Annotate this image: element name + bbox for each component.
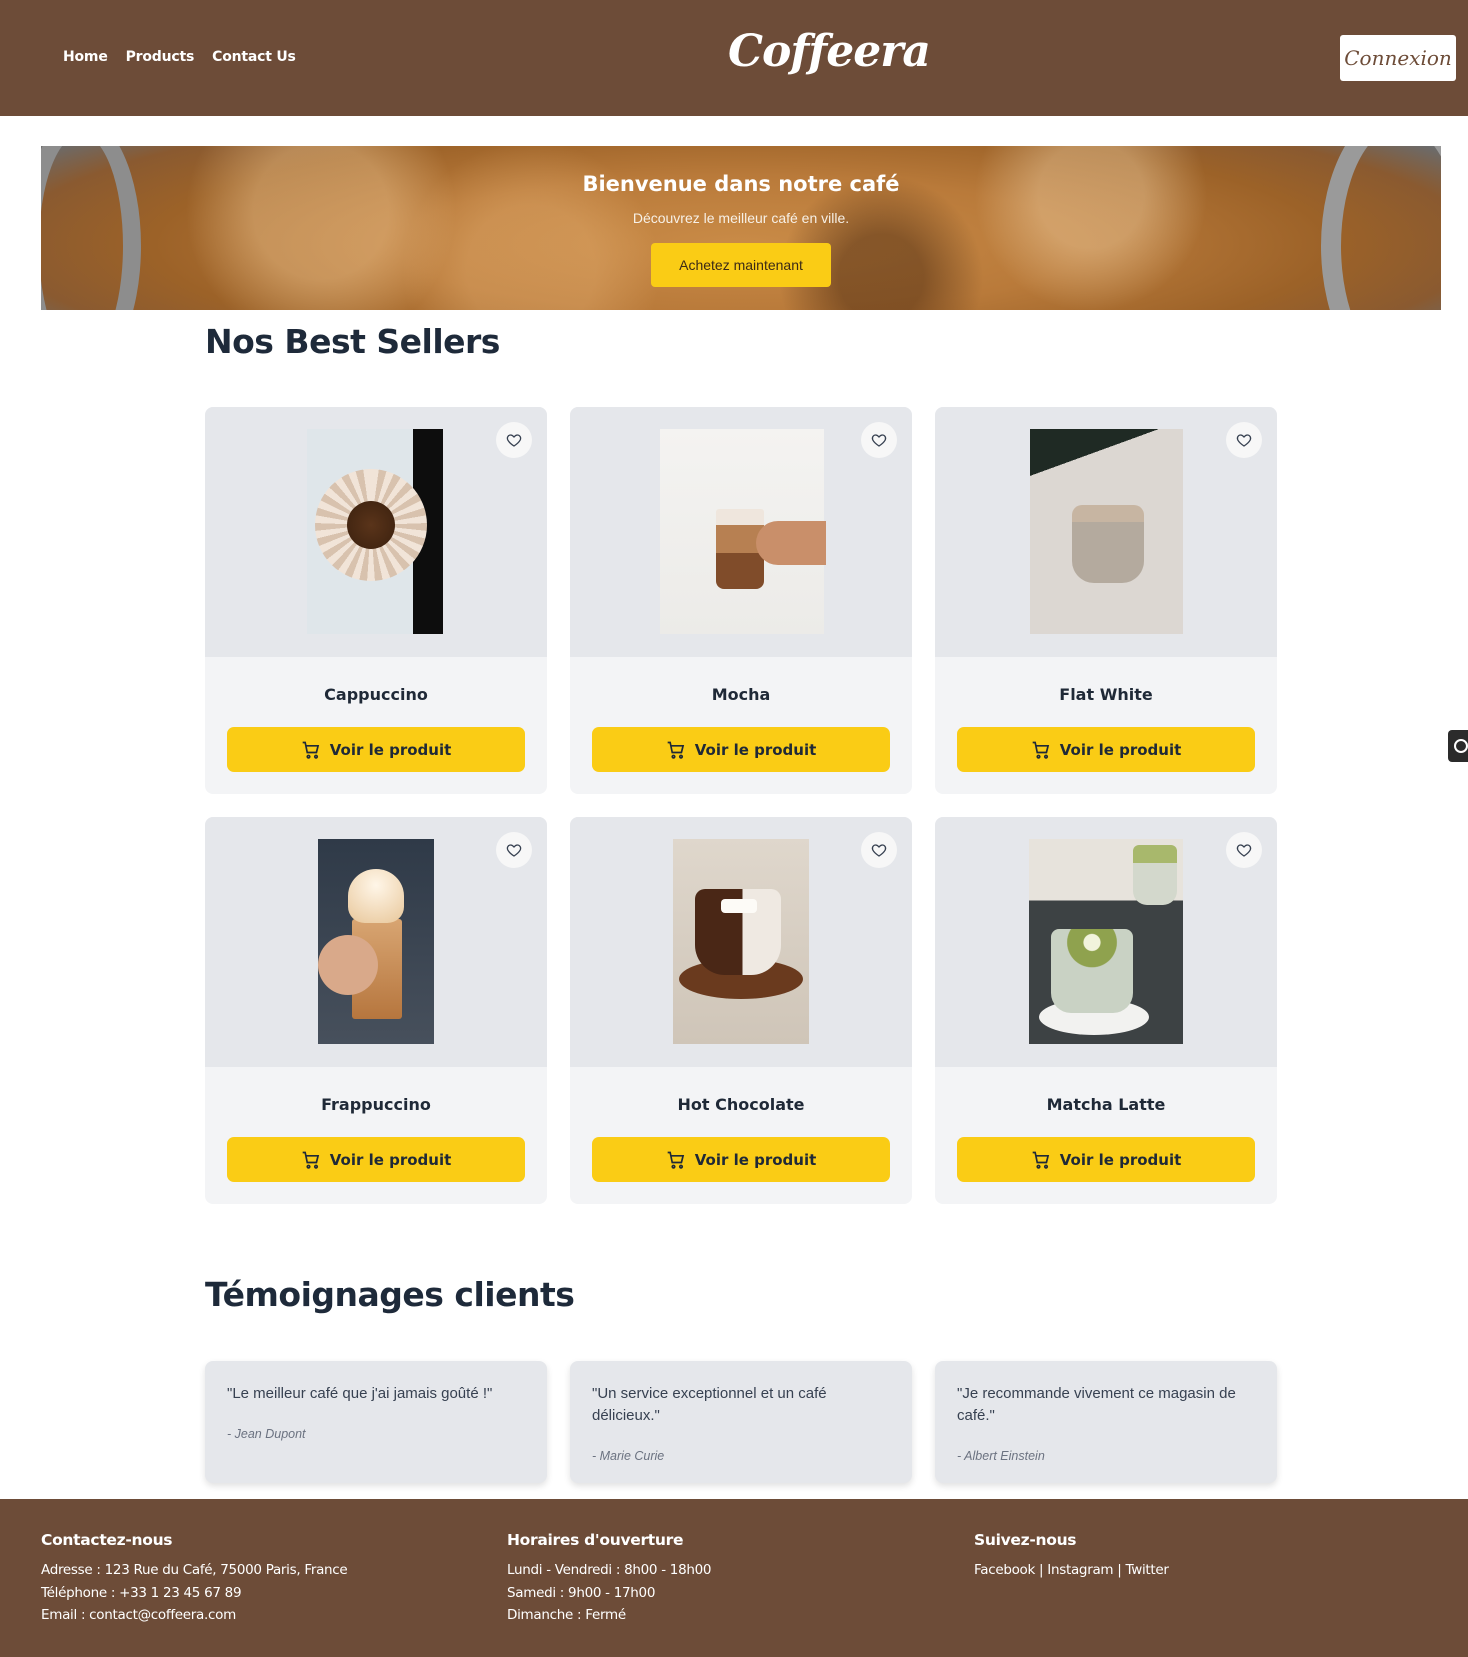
product-name: Mocha <box>711 685 771 704</box>
view-product-button[interactable]: Voir le produit <box>957 1137 1255 1182</box>
footer-email: Email : contact@coffeera.com <box>41 1607 236 1623</box>
hero-subtitle: Découvrez le meilleur café en ville. <box>632 210 850 226</box>
shop-now-button[interactable]: Achetez maintenant <box>651 243 831 287</box>
testimonial-quote: "Je recommande vivement ce magasin de ca… <box>957 1385 1236 1424</box>
testimonial-author: - Albert Einstein <box>957 1449 1045 1463</box>
view-product-label: Voir le produit <box>329 740 452 759</box>
product-photo <box>673 839 809 1044</box>
product-name: Hot Chocolate <box>677 1095 805 1114</box>
instagram-link[interactable]: Instagram <box>1047 1562 1113 1578</box>
view-product-label: Voir le produit <box>1059 740 1182 759</box>
view-product-button[interactable]: Voir le produit <box>592 1137 890 1182</box>
footer-separator: | <box>1039 1562 1044 1578</box>
footer-address: Adresse : 123 Rue du Café, 75000 Paris, … <box>41 1562 348 1578</box>
cup-rim-right <box>1321 146 1441 310</box>
cart-icon <box>667 1151 684 1169</box>
site-logo[interactable]: Coffeera <box>728 26 931 77</box>
footer-contact: Contactez-nous Adresse : 123 Rue du Café… <box>41 1531 348 1627</box>
hero-title: Bienvenue dans notre café <box>582 172 900 196</box>
product-photo <box>318 839 434 1044</box>
footer-phone: Téléphone : +33 1 23 45 67 89 <box>41 1584 242 1601</box>
site-header: Home Products Contact Us Coffeera Connex… <box>0 0 1468 116</box>
view-product-button[interactable]: Voir le produit <box>227 727 525 772</box>
footer-hours-saturday: Samedi : 9h00 - 17h00 <box>507 1584 656 1601</box>
cart-icon <box>1032 1151 1049 1169</box>
view-product-label: Voir le produit <box>329 1150 452 1169</box>
footer-hours-title: Horaires d'ouverture <box>507 1531 684 1549</box>
product-card-cappuccino[interactable]: Cappuccino Voir le produit <box>205 407 547 794</box>
footer-hours: Horaires d'ouverture Lundi - Vendredi : … <box>507 1531 712 1627</box>
view-product-button[interactable]: Voir le produit <box>227 1137 525 1182</box>
cart-icon <box>302 741 319 759</box>
footer-social-links: Facebook | Instagram | Twitter <box>974 1559 1169 1582</box>
view-product-label: Voir le produit <box>1059 1150 1182 1169</box>
site-footer: Contactez-nous Adresse : 123 Rue du Café… <box>0 1499 1468 1657</box>
footer-social: Suivez-nous Facebook | Instagram | Twitt… <box>974 1531 1169 1582</box>
best-sellers-title: Nos Best Sellers <box>205 322 500 361</box>
nav-contact[interactable]: Contact Us <box>212 49 296 65</box>
view-product-button[interactable]: Voir le produit <box>957 727 1255 772</box>
footer-social-title: Suivez-nous <box>974 1531 1077 1549</box>
testimonial-card: "Le meilleur café que j'ai jamais goûté … <box>205 1361 547 1483</box>
cup-rim-left <box>41 146 141 310</box>
testimonial-card: "Je recommande vivement ce magasin de ca… <box>935 1361 1277 1483</box>
product-card-mocha[interactable]: Mocha Voir le produit <box>570 407 912 794</box>
heart-icon[interactable] <box>861 422 897 458</box>
heart-icon[interactable] <box>1226 832 1262 868</box>
view-product-label: Voir le produit <box>694 740 817 759</box>
product-photo <box>660 429 826 634</box>
heart-icon[interactable] <box>496 832 532 868</box>
product-name: Cappuccino <box>324 685 428 704</box>
facebook-link[interactable]: Facebook <box>974 1562 1035 1578</box>
testimonial-quote: "Le meilleur café que j'ai jamais goûté … <box>227 1385 493 1402</box>
testimonials-title: Témoignages clients <box>205 1275 575 1314</box>
product-card-flat-white[interactable]: Flat White Voir le produit <box>935 407 1277 794</box>
view-product-label: Voir le produit <box>694 1150 817 1169</box>
nav-products[interactable]: Products <box>126 49 195 65</box>
nav-home[interactable]: Home <box>63 49 108 65</box>
product-photo <box>1029 839 1183 1044</box>
testimonial-quote: "Un service exceptionnel et un café déli… <box>592 1385 827 1424</box>
footer-contact-title: Contactez-nous <box>41 1531 173 1549</box>
footer-hours-weekdays: Lundi - Vendredi : 8h00 - 18h00 <box>507 1562 712 1578</box>
heart-icon[interactable] <box>861 832 897 868</box>
testimonial-author: - Jean Dupont <box>227 1427 306 1441</box>
product-card-hot-chocolate[interactable]: Hot Chocolate Voir le produit <box>570 817 912 1204</box>
product-name: Frappuccino <box>321 1095 431 1114</box>
side-widget-tab[interactable] <box>1448 730 1468 762</box>
cart-icon <box>1032 741 1049 759</box>
product-photo <box>307 429 443 634</box>
heart-icon[interactable] <box>1226 422 1262 458</box>
testimonial-author: - Marie Curie <box>592 1449 665 1463</box>
view-product-button[interactable]: Voir le produit <box>592 727 890 772</box>
footer-separator: | <box>1117 1562 1122 1578</box>
hero-banner: Bienvenue dans notre café Découvrez le m… <box>41 146 1441 310</box>
testimonial-card: "Un service exceptionnel et un café déli… <box>570 1361 912 1483</box>
product-name: Matcha Latte <box>1046 1095 1166 1114</box>
product-photo <box>1030 429 1183 634</box>
login-button[interactable]: Connexion <box>1340 35 1456 81</box>
main-nav: Home Products Contact Us <box>63 49 296 65</box>
product-card-frappuccino[interactable]: Frappuccino Voir le produit <box>205 817 547 1204</box>
product-name: Flat White <box>1059 685 1153 704</box>
twitter-link[interactable]: Twitter <box>1126 1562 1169 1578</box>
heart-icon[interactable] <box>496 422 532 458</box>
cart-icon <box>667 741 684 759</box>
product-card-matcha-latte[interactable]: Matcha Latte Voir le produit <box>935 817 1277 1204</box>
footer-hours-sunday: Dimanche : Fermé <box>507 1607 626 1623</box>
cart-icon <box>302 1151 319 1169</box>
